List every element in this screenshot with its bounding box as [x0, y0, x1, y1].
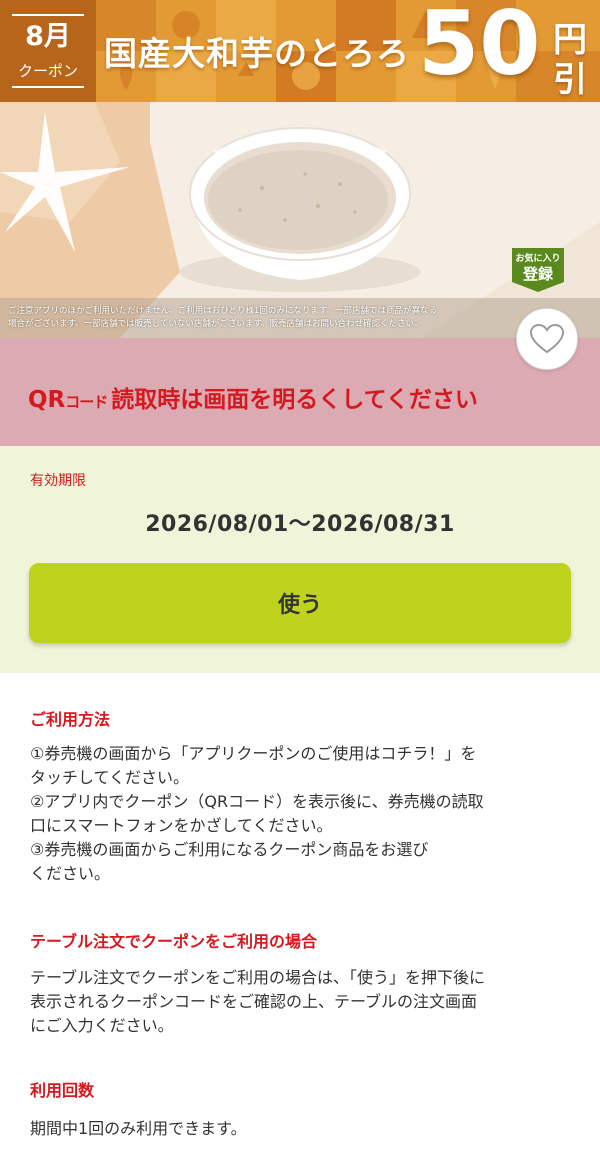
favorite-tag-bottom: 登録: [522, 265, 553, 283]
validity-band: 有効期限 2026/08/01〜2026/08/31 使う: [0, 446, 600, 673]
usage-count-body: 期間中1回のみ利用できます。: [30, 1117, 575, 1141]
discount-unit-off: 引: [553, 60, 587, 100]
how-to-use-line: ①券売機の画面から「アプリクーポンのご使用はコチラ！」を: [30, 744, 477, 763]
qr-notice-band: QRコード 読取時は画面を明るくしてください: [0, 338, 600, 446]
discount-amount: 50: [418, 0, 541, 95]
how-to-use-line: ください。: [30, 864, 111, 883]
table-order-line: テーブル注文でクーポンをご利用の場合は、「使う」を押下後に: [30, 968, 486, 987]
how-to-use-line: 口にスマートフォンをかざしてください。: [30, 816, 333, 835]
favorite-button[interactable]: [516, 308, 578, 370]
tororo-bowl-illustration: [0, 102, 600, 338]
coupon-banner: 8月 クーポン 国産大和芋のとろろ 50 円 引: [0, 0, 600, 102]
qr-notice-text: QRコード 読取時は画面を明るくしてください: [28, 380, 478, 414]
qr-label: QR: [28, 387, 66, 413]
product-name: 国産大和芋のとろろ: [104, 34, 410, 73]
how-to-use-line: ③券売機の画面からご利用になるクーポン商品をお選び: [30, 840, 429, 859]
how-to-use-line: ②アプリ内でクーポン（QRコード）を表示後に、券売機の読取: [30, 792, 484, 811]
qr-message: 読取時は画面を明るくしてください: [111, 387, 478, 413]
usage-count-line: 期間中1回のみ利用できます。: [30, 1119, 247, 1138]
table-order-line: 表示されるクーポンコードをご確認の上、テーブルの注文画面: [30, 992, 478, 1011]
month-badge: 8月 クーポン: [0, 0, 96, 102]
usage-count-heading: 利用回数: [30, 1081, 95, 1100]
use-button[interactable]: 使う: [29, 563, 571, 643]
disclaimer-line: ご注意アプリのほかご利用いただけません。ご利用はおひとり様1回のみになります。一…: [8, 306, 438, 316]
validity-label: 有効期限: [30, 473, 86, 489]
coupon-month: 8月: [25, 21, 71, 52]
product-photo: ご注意アプリのほかご利用いただけません。ご利用はおひとり様1回のみになります。一…: [0, 102, 600, 338]
table-order-line: にご入力ください。: [30, 1016, 174, 1035]
disclaimer-line: 場合がございます。一部店舗では販売していない店舗がございます。販売店舗はお問い合…: [8, 319, 423, 329]
how-to-use-body: ①券売機の画面から「アプリクーポンのご使用はコチラ！」を タッチしてください。 …: [30, 742, 575, 886]
month-rule-bottom: [12, 86, 84, 88]
how-to-use-line: タッチしてください。: [30, 768, 190, 787]
photo-disclaimer: ご注意アプリのほかご利用いただけません。ご利用はおひとり様1回のみになります。一…: [8, 305, 500, 331]
how-to-use-heading: ご利用方法: [30, 710, 111, 729]
coupon-label: クーポン: [17, 62, 78, 80]
validity-dates: 2026/08/01〜2026/08/31: [145, 512, 455, 537]
table-order-body: テーブル注文でクーポンをご利用の場合は、「使う」を押下後に 表示されるクーポンコ…: [30, 966, 575, 1038]
code-label: コード: [65, 393, 108, 411]
table-order-heading: テーブル注文でクーポンをご利用の場合: [30, 932, 318, 951]
favorite-register-tag[interactable]: お気に入り 登録: [512, 248, 564, 292]
heart-icon: [530, 324, 564, 354]
